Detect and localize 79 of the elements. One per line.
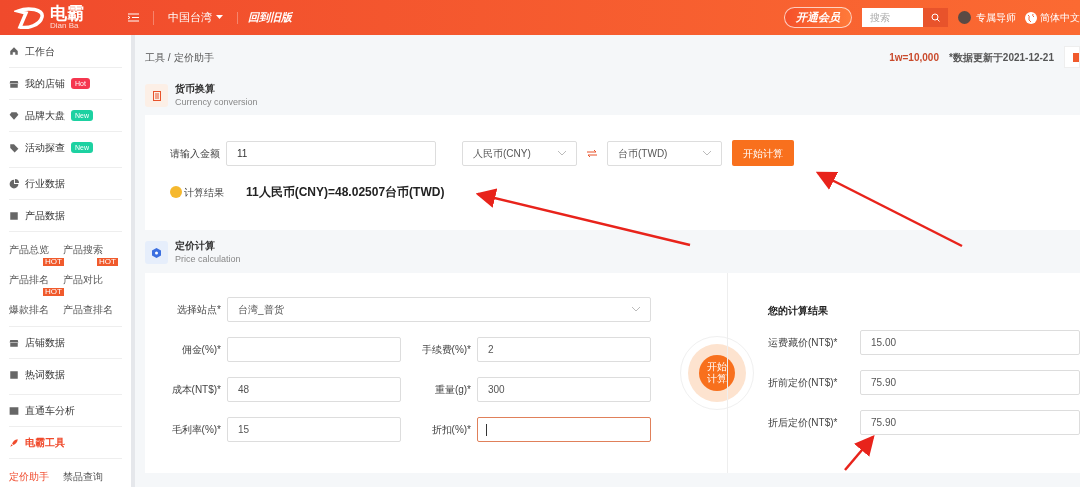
menu-icon[interactable]: [128, 13, 139, 22]
sidebar-item[interactable]: 产品数据: [9, 199, 122, 231]
currency-dropdown[interactable]: 人民币(CNY): [462, 140, 577, 166]
box-icon: [9, 210, 19, 221]
field-label: 成本(NT$)*: [170, 383, 222, 397]
update-note: *数据更新于2021-12-21: [948, 50, 1054, 65]
result-label: 计算结果: [184, 185, 225, 200]
section-subtitle: Price calculation: [175, 253, 241, 267]
submenu-link[interactable]: 产品对比: [63, 274, 103, 285]
text-cursor: [486, 423, 487, 436]
store-icon: [9, 337, 19, 348]
sidebar-item[interactable]: 电霸工具: [9, 426, 122, 458]
search-icon[interactable]: [923, 8, 948, 27]
field-label: 手续费(%)*: [420, 343, 472, 357]
sidebar-item[interactable]: 行业数据: [9, 167, 122, 199]
input-field[interactable]: 15: [227, 417, 401, 442]
section-title: 定价计算: [175, 239, 216, 254]
result-field[interactable]: 75.90: [860, 370, 1080, 395]
field-label: 选择站点*: [176, 303, 222, 317]
field-label: 折前定价(NT$)*: [768, 376, 839, 390]
field-label: 重量(g)*: [433, 383, 472, 397]
site-dropdown[interactable]: 台湾_普货: [227, 297, 651, 322]
field-label: 佣金(%)*: [180, 343, 222, 357]
input-field[interactable]: [477, 417, 651, 442]
annotation-arrow: [844, 435, 875, 471]
result-field[interactable]: 75.90: [860, 410, 1080, 435]
swap-icon[interactable]: [587, 149, 597, 157]
submenu-link[interactable]: 爆款排名: [9, 304, 49, 315]
section-title: 货币换算: [175, 82, 216, 97]
result-field[interactable]: 15.00: [860, 330, 1080, 355]
input-field[interactable]: 300: [477, 377, 651, 402]
search-field[interactable]: 搜索: [862, 8, 923, 27]
logo-text: 电霸: [50, 5, 84, 22]
currency-dropdown[interactable]: 台币(TWD): [607, 140, 722, 166]
breadcrumb-link[interactable]: 定价助手: [173, 49, 214, 65]
submenu-link[interactable]: 产品排名: [9, 274, 49, 285]
field-label: 折扣(%)*: [430, 423, 472, 437]
chevron-down-icon: [558, 150, 566, 156]
globe-icon: [1025, 11, 1037, 24]
document-icon: [145, 84, 168, 107]
chevron-down-icon: [632, 307, 640, 312]
submenu-link[interactable]: 定价助手: [9, 471, 49, 482]
caret-icon: [216, 15, 223, 20]
pie-chart-icon: [9, 178, 19, 189]
logo-subtitle: Dian Ba: [50, 22, 80, 30]
diamond-icon: [9, 110, 19, 121]
submenu-link[interactable]: 产品查排名: [63, 304, 113, 315]
input-field[interactable]: 2: [477, 337, 651, 362]
submenu-link[interactable]: 禁品查询: [63, 471, 103, 482]
sidebar-item[interactable]: 热词数据: [9, 358, 122, 390]
conversion-result: 11人民币(CNY)=48.02507台币(TWD): [246, 184, 445, 201]
field-label: 请输入金额: [170, 146, 221, 161]
sidebar-item[interactable]: 店铺数据: [9, 326, 122, 358]
sidebar-item[interactable]: 直通车分析: [9, 394, 122, 426]
logo-icon: [14, 6, 46, 29]
chevron-down-icon: [703, 150, 711, 156]
store-icon: [9, 78, 19, 89]
amount-field[interactable]: 11: [226, 140, 436, 166]
sidebar-item[interactable]: 工作台: [9, 35, 122, 67]
coin-icon: [170, 186, 182, 198]
field-label: 毛利率(%)*: [170, 423, 222, 437]
submenu-link[interactable]: 产品搜索: [63, 244, 103, 255]
unit-note: 1w=10,000: [889, 50, 939, 65]
region-dropdown[interactable]: 中国台湾: [168, 9, 223, 26]
submenu-link[interactable]: 产品总览: [9, 244, 49, 255]
field-label: 运费藏价(NT$)*: [768, 336, 839, 350]
hot-badge: HOT: [43, 258, 64, 266]
export-icon[interactable]: [1064, 46, 1080, 68]
square-icon: [9, 369, 19, 380]
avatar: [958, 11, 971, 24]
home-icon: [9, 46, 19, 56]
hot-badge: HOT: [97, 258, 118, 266]
field-label: 折后定价(NT$)*: [768, 416, 839, 430]
results-title: 您的计算结果: [768, 304, 829, 318]
input-field[interactable]: 48: [227, 377, 401, 402]
tag-icon: [9, 142, 19, 153]
hot-badge: HOT: [43, 288, 64, 296]
breadcrumb-link[interactable]: 工具 /: [145, 49, 171, 65]
section-subtitle: Currency conversion: [175, 96, 258, 110]
